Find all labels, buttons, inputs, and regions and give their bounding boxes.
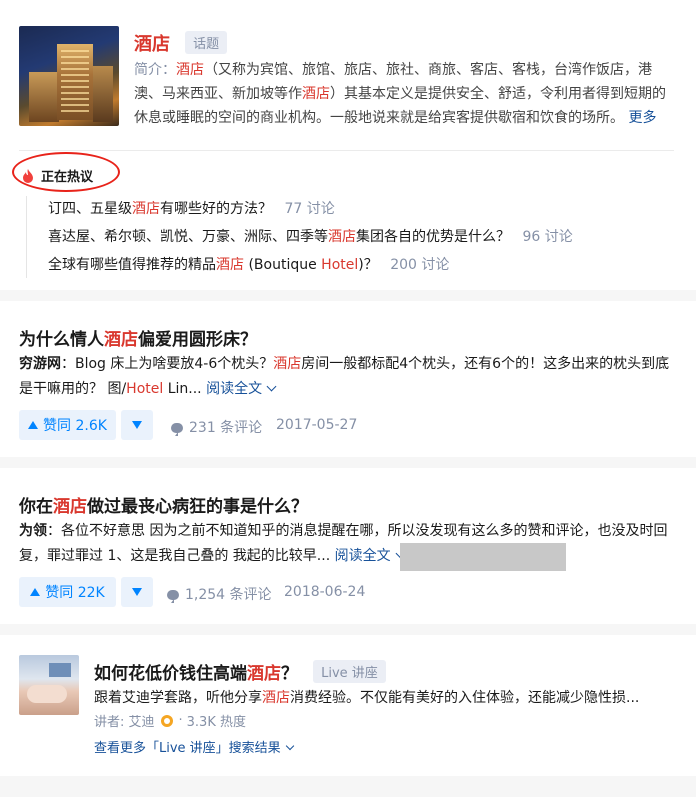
topic-badge: 话题 [185,31,228,54]
divider [19,150,674,151]
comment-icon [167,590,179,603]
downvote-button[interactable] [121,410,153,440]
flame-icon [23,168,33,183]
dot-separator: · [178,713,183,728]
topic-name[interactable]: 酒店 [134,34,170,55]
read-more-link[interactable]: 阅读全文 [206,381,277,397]
live-desc: 跟着艾迪学套路，听他分享酒店消费经验。不仅能有美好的入住体验，还能减少隐性损..… [94,690,640,706]
answer-date: 2018-06-24 [284,584,366,600]
answer-excerpt[interactable]: 为领：各位不好意思 因为之前不知道知乎的消息提醒在哪，所以没发现有这么多的赞和评… [19,519,679,569]
upvote-button[interactable]: 赞同 2.6K [19,410,116,440]
downvote-button[interactable] [121,577,153,607]
chevron-down-icon [266,381,277,392]
see-more-live-link[interactable]: 查看更多「Live 讲座」搜索结果 [94,737,294,756]
downvote-icon [132,421,142,429]
live-heat: 3.3K 热度 [186,715,246,730]
comments-button[interactable]: 1,254 条评论 [167,584,272,604]
answer-card-0: 为什么情人酒店偏爱用圆形床？ 穷游网：Blog 床上为啥要放4-6个枕头？酒店房… [0,301,696,457]
topic-header: 酒店 话题 [134,30,228,56]
answer-excerpt[interactable]: 穷游网：Blog 床上为啥要放4-6个枕头？酒店房间一般都标配4个枕头，还有6个… [19,352,679,402]
author-name[interactable]: 为领 [19,523,47,539]
topic-card: 酒店 话题 简介：酒店（又称为宾馆、旅馆、旅店、旅社、商旅、客店、客栈，台湾作饭… [0,0,696,290]
hot-item-0[interactable]: 订四、五星级酒店有哪些好的方法？ 77 讨论 [48,198,335,218]
read-more-link[interactable]: 阅读全文 [335,548,406,564]
live-cover-image[interactable] [19,655,79,715]
hot-item-2[interactable]: 全球有哪些值得推荐的精品酒店 (Boutique Hotel)？ 200 讨论 [48,254,449,274]
live-badge: Live 讲座 [313,660,386,683]
live-meta: 讲者: 艾迪 · 3.3K 热度 [94,711,246,730]
hot-title: 正在热议 [41,170,94,185]
upvote-icon [28,421,39,429]
live-card: 如何花低价钱住高端酒店？ Live 讲座 跟着艾迪学套路，听他分享酒店消费经验。… [0,635,696,776]
more-link[interactable]: 更多 [628,110,656,126]
badge-icon [160,714,173,727]
live-header: 如何花低价钱住高端酒店？ Live 讲座 [94,659,386,685]
question-title[interactable]: 为什么情人酒店偏爱用圆形床？ [19,325,257,350]
hot-header: 正在热议 [22,166,93,185]
speaker-name[interactable]: 讲者: 艾迪 [94,711,155,730]
hot-item-1[interactable]: 喜达屋、希尔顿、凯悦、万豪、洲际、四季等酒店集团各自的优势是什么？ 96 讨论 [48,226,573,246]
comments-button[interactable]: 231 条评论 [171,417,262,437]
redacted-block [400,543,566,571]
live-title[interactable]: 如何花低价钱住高端酒店？ [94,664,298,684]
upvote-icon [30,588,41,596]
hot-list-line [26,196,27,278]
topic-intro: 简介：酒店（又称为宾馆、旅馆、旅店、旅社、商旅、客店、客栈，台湾作饭店，港 澳、… [134,62,666,126]
answer-date: 2017-05-27 [276,417,358,433]
topic-image[interactable] [19,26,119,126]
answer-card-1: 你在酒店做过最丧心病狂的事是什么？ 为领：各位不好意思 因为之前不知道知乎的消息… [0,468,696,624]
upvote-button[interactable]: 赞同 22K [19,577,116,607]
author-name[interactable]: 穷游网 [19,356,61,372]
chevron-down-icon [285,741,294,751]
question-title[interactable]: 你在酒店做过最丧心病狂的事是什么？ [19,492,308,517]
downvote-icon [132,588,142,596]
comment-icon [171,423,183,436]
